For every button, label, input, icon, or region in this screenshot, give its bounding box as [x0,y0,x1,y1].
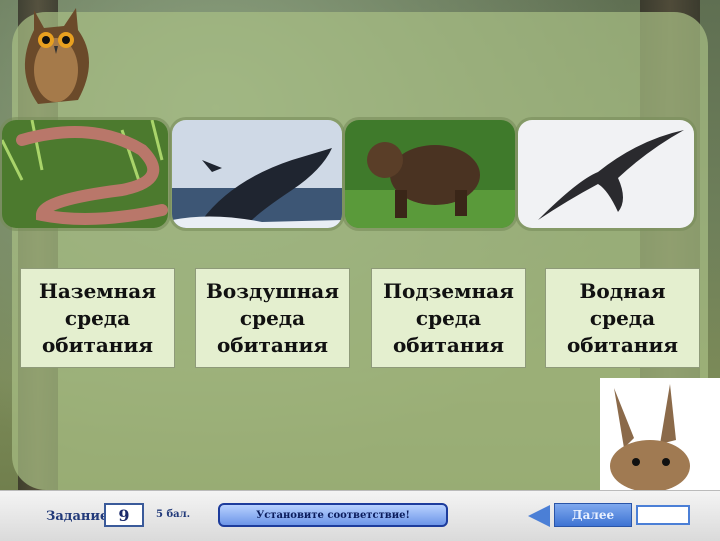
earthworm-image [2,120,168,228]
swift-photo[interactable] [518,120,694,228]
card-line: среда [64,305,131,330]
whale-image [172,120,342,228]
card-line: Наземная [38,278,157,303]
card-line: обитания [392,332,505,357]
task-number: 9 [104,503,144,527]
card-line: среда [239,305,306,330]
swift-image [518,120,694,228]
card-underground[interactable]: Подземная среда обитания [371,268,526,368]
bear-photo[interactable] [345,120,515,228]
card-line: среда [415,305,482,330]
bear-image [345,120,515,228]
card-line: обитания [41,332,154,357]
hare-image [600,378,720,492]
card-line: обитания [216,332,329,357]
card-line: Воздушная [205,278,339,303]
card-terrestrial[interactable]: Наземная среда обитания [20,268,175,368]
points-label: 5 бал. [156,509,191,520]
next-button[interactable]: Далее [554,503,632,527]
instruction-button[interactable]: Установите соответствие! [218,503,448,527]
card-water[interactable]: Водная среда обитания [545,268,700,368]
back-arrow-icon[interactable] [528,505,550,527]
earthworm-photo[interactable] [2,120,168,228]
card-line: Подземная [383,278,514,303]
answer-box[interactable] [636,505,690,525]
card-air[interactable]: Воздушная среда обитания [195,268,350,368]
card-line: обитания [566,332,679,357]
owl-image [24,8,90,104]
whale-photo[interactable] [172,120,342,228]
task-label: Задание [46,509,109,524]
card-line: Водная [579,278,666,303]
card-line: среда [589,305,656,330]
